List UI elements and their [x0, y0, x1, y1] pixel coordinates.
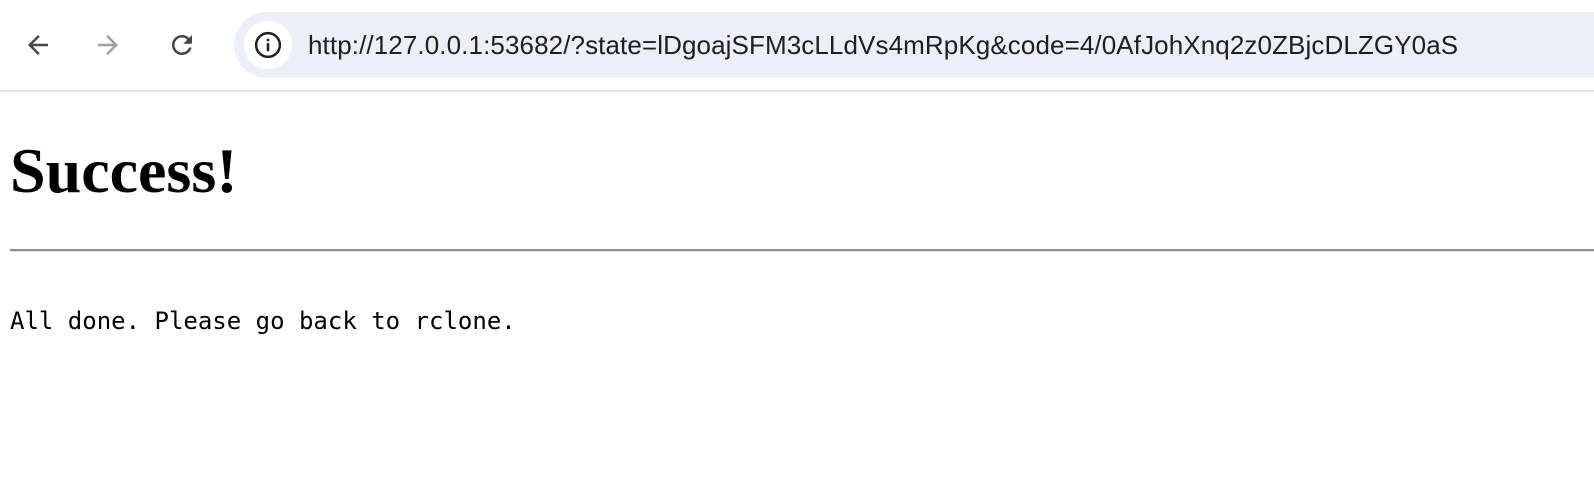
- status-message: All done. Please go back to rclone.: [10, 307, 516, 335]
- reload-button[interactable]: [160, 23, 204, 67]
- site-info-button[interactable]: [244, 21, 292, 69]
- back-button[interactable]: [16, 23, 60, 67]
- arrow-left-icon: [28, 35, 48, 55]
- url-text[interactable]: http://127.0.0.1:53682/?state=lDgoajSFM3…: [308, 27, 1458, 63]
- forward-button[interactable]: [86, 23, 130, 67]
- info-circle-icon: [254, 31, 282, 59]
- arrow-right-icon: [98, 35, 118, 55]
- address-bar[interactable]: http://127.0.0.1:53682/?state=lDgoajSFM3…: [234, 12, 1594, 78]
- page-title: Success!: [10, 135, 238, 206]
- browser-toolbar: http://127.0.0.1:53682/?state=lDgoajSFM3…: [0, 0, 1594, 92]
- page-content: Success! All done. Please go back to rcl…: [0, 92, 1594, 478]
- reload-icon: [172, 35, 192, 55]
- horizontal-rule: [10, 249, 1594, 252]
